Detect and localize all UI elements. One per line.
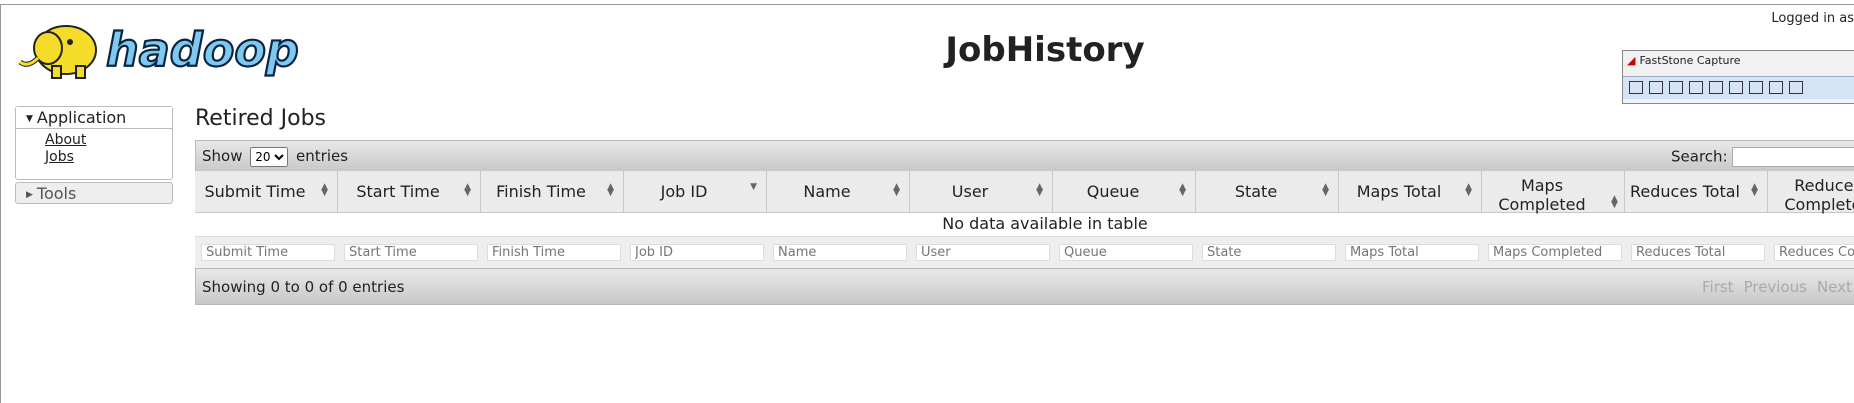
faststone-title: ◢ FastStone Capture — [1627, 54, 1741, 67]
column-header-start-time[interactable]: Start Time ▲ ▼ — [338, 171, 481, 212]
column-header-queue[interactable]: Queue ▲ ▼ — [1053, 171, 1196, 212]
sort-both-icon: ▲ ▼ — [1751, 182, 1758, 198]
sidebar-link-about[interactable]: About — [45, 132, 172, 149]
filter-maps-total[interactable] — [1345, 244, 1479, 261]
capture-scrolling-icon[interactable] — [1749, 81, 1763, 94]
sort-both-icon: ▲ ▼ — [1465, 182, 1472, 198]
sort-desc-icon: ▼ — [750, 182, 757, 192]
page-length-select[interactable]: 20 — [250, 147, 289, 167]
column-label: Queue — [1086, 182, 1140, 201]
filter-reduces-total[interactable] — [1631, 244, 1765, 261]
sidebar-application-header[interactable]: ▼ Application — [16, 107, 172, 129]
table-toolbar: Show 20 entries Search: — [195, 140, 1854, 172]
capture-window-icon[interactable] — [1649, 81, 1663, 94]
filter-state[interactable] — [1202, 244, 1336, 261]
faststone-capture-toolbar[interactable]: ◢ FastStone Capture — [1622, 50, 1854, 104]
section-heading: Retired Jobs — [195, 106, 327, 131]
faststone-logo-icon: ◢ — [1627, 54, 1636, 67]
filter-user[interactable] — [916, 244, 1050, 261]
page-title: JobHistory — [945, 30, 1145, 70]
record-video-icon[interactable] — [1789, 81, 1803, 94]
column-label: Name — [803, 182, 851, 201]
column-header-job-id[interactable]: Job ID ▼ — [624, 171, 767, 212]
search-control: Search: — [1671, 147, 1854, 167]
column-label: Reduces Total — [1630, 182, 1740, 201]
empty-table-message: No data available in table — [942, 214, 1148, 233]
filter-queue[interactable] — [1059, 244, 1193, 261]
capture-object-icon[interactable] — [1669, 81, 1683, 94]
column-header-reduces-total[interactable]: Reduces Total ▲ ▼ — [1625, 171, 1768, 212]
column-label: Job ID — [660, 182, 708, 201]
column-label: Maps Completed — [1498, 176, 1586, 214]
filter-maps-completed[interactable] — [1488, 244, 1622, 261]
filter-name[interactable] — [773, 244, 907, 261]
column-header-maps-total[interactable]: Maps Total ▲ ▼ — [1339, 171, 1482, 212]
pager-first-button[interactable]: First — [1702, 278, 1734, 296]
capture-freehand-icon[interactable] — [1709, 81, 1723, 94]
pager-previous-button[interactable]: Previous — [1744, 278, 1807, 296]
pagination: First Previous Next — [1702, 278, 1854, 296]
filter-start-time[interactable] — [344, 244, 478, 261]
filter-submit-time[interactable] — [201, 244, 335, 261]
column-header-user[interactable]: User ▲ ▼ — [910, 171, 1053, 212]
sidebar-tools[interactable]: ▶ Tools — [15, 182, 173, 204]
filter-finish-time[interactable] — [487, 244, 621, 261]
window-top-border — [0, 0, 1854, 5]
sort-both-icon: ▲ ▼ — [1179, 182, 1186, 198]
search-input[interactable] — [1731, 147, 1854, 167]
capture-fixed-region-icon[interactable] — [1769, 81, 1783, 94]
sort-both-icon: ▲ ▼ — [1036, 182, 1043, 198]
sort-both-icon: ▲ ▼ — [607, 182, 614, 198]
column-label: State — [1234, 182, 1278, 201]
column-label: User — [951, 182, 989, 201]
column-label: Start Time — [356, 182, 440, 201]
triangle-right-icon: ▶ — [26, 189, 33, 200]
logged-in-text: Logged in as — [1771, 11, 1854, 26]
sidebar-tools-label: Tools — [36, 184, 77, 203]
capture-fullscreen-icon[interactable] — [1729, 81, 1743, 94]
faststone-tool-strip — [1623, 76, 1854, 99]
capture-rectangle-icon[interactable] — [1689, 81, 1703, 94]
table-footer: Showing 0 to 0 of 0 entries First Previou… — [195, 268, 1854, 305]
faststone-title-label: FastStone Capture — [1639, 54, 1741, 67]
table-header: Submit Time ▲ ▼ Start Time ▲ ▼ Finish Time ▲ ▼… — [195, 171, 1854, 214]
column-header-submit-time[interactable]: Submit Time ▲ ▼ — [195, 171, 338, 212]
sort-both-icon: ▲ ▼ — [464, 182, 471, 198]
pager-next-button[interactable]: Next — [1817, 278, 1852, 296]
sidebar-application-label: Application — [36, 108, 127, 127]
column-header-reduces-completed[interactable]: Reduces Completed — [1768, 171, 1854, 214]
sidebar-link-jobs[interactable]: Jobs — [45, 149, 172, 166]
show-prefix: Show — [202, 147, 243, 165]
column-label: Reduces Completed — [1784, 176, 1854, 214]
column-label: Finish Time — [496, 182, 586, 201]
filter-row — [195, 236, 1854, 268]
open-folder-icon[interactable] — [1629, 81, 1643, 94]
sort-both-icon: ▲ ▼ — [1322, 182, 1329, 198]
show-suffix: entries — [296, 147, 349, 165]
column-header-maps-completed[interactable]: Maps Completed ▲ ▼ — [1482, 171, 1625, 214]
table-info: Showing 0 to 0 of 0 entries — [202, 278, 405, 296]
length-control: Show 20 entries — [202, 147, 348, 167]
sidebar-application: ▼ Application About Jobs — [15, 106, 173, 180]
column-label: Maps Total — [1356, 182, 1442, 201]
sort-both-icon: ▲ ▼ — [321, 182, 328, 198]
column-header-finish-time[interactable]: Finish Time ▲ ▼ — [481, 171, 624, 212]
column-label: Submit Time — [204, 182, 306, 201]
search-label: Search: — [1671, 147, 1728, 166]
triangle-down-icon: ▼ — [26, 113, 33, 124]
sort-both-icon: ▲ ▼ — [893, 182, 900, 198]
filter-reduces-completed[interactable] — [1774, 244, 1854, 261]
column-header-state[interactable]: State ▲ ▼ — [1196, 171, 1339, 212]
column-header-name[interactable]: Name ▲ ▼ — [767, 171, 910, 212]
sort-both-icon: ▲ ▼ — [1611, 194, 1618, 210]
filter-job-id[interactable] — [630, 244, 764, 261]
